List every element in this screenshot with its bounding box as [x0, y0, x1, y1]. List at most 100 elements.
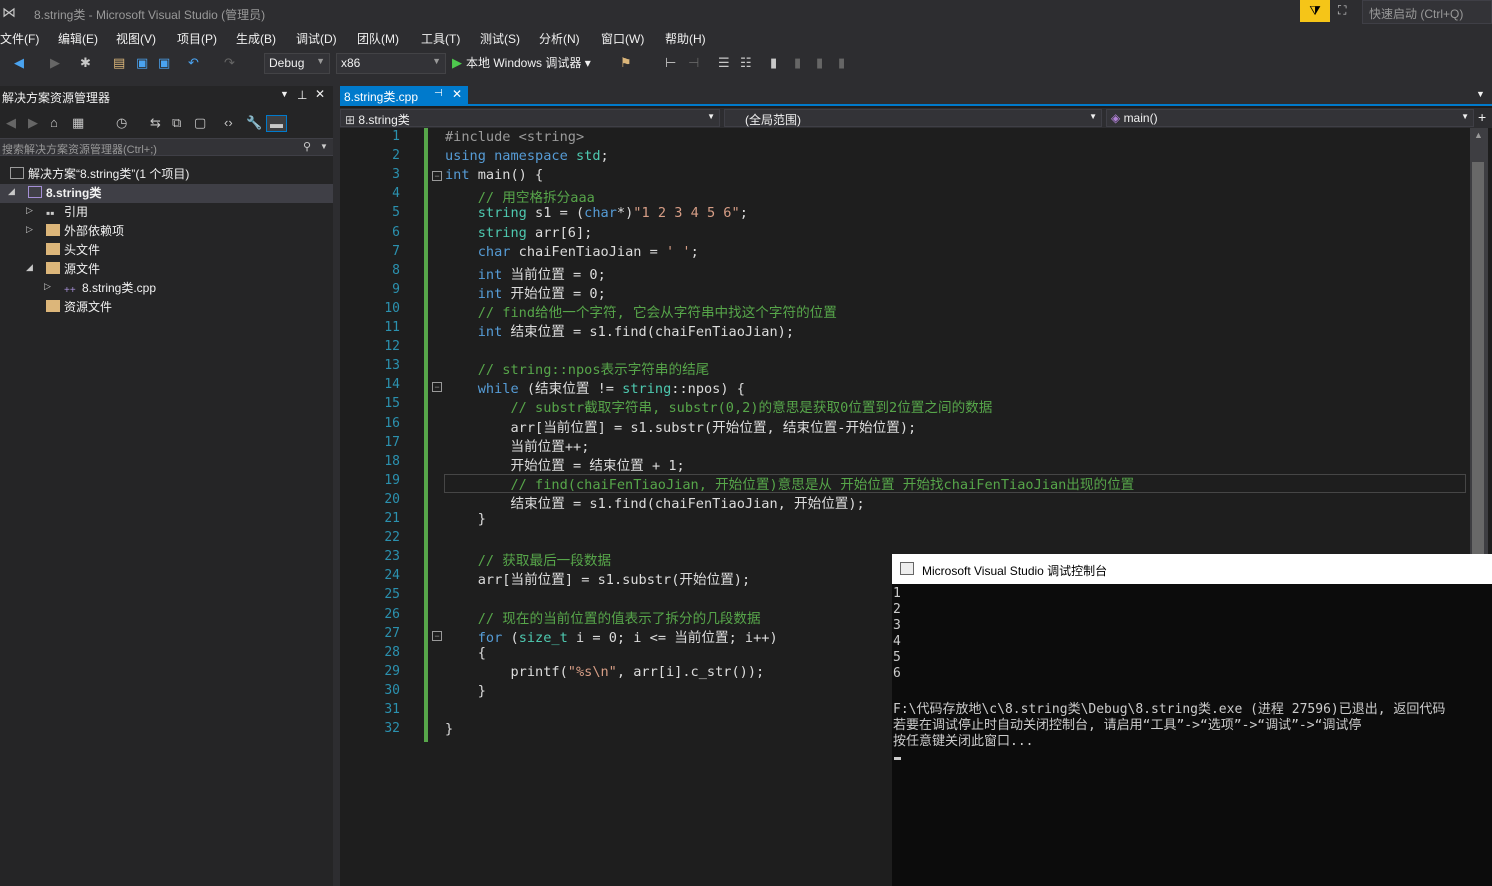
external-deps-node[interactable]: ▷ 外部依赖项 — [0, 222, 124, 241]
start-debugging-button[interactable]: ▶ 本地 Windows 调试器 ▾ — [452, 54, 591, 71]
header-files-node[interactable]: 头文件 — [0, 241, 100, 260]
code-line[interactable]: while (结束位置 != string::npos) { — [445, 377, 745, 397]
menu-edit[interactable]: 编辑(E) — [58, 30, 98, 47]
history-icon[interactable]: ◷ — [116, 115, 127, 131]
collapse-all-icon[interactable]: ⧉ — [172, 115, 181, 131]
menu-window[interactable]: 窗口(W) — [601, 30, 644, 47]
next-bookmark-icon[interactable]: ▮ — [816, 55, 823, 71]
menu-build[interactable]: 生成(B) — [236, 30, 276, 47]
feedback-icon[interactable]: ⛶ — [1338, 3, 1358, 19]
menu-tools[interactable]: 工具(T) — [421, 30, 460, 47]
forward-icon[interactable]: ▶ — [50, 55, 60, 71]
code-line[interactable]: string arr[6]; — [445, 225, 593, 241]
save-icon[interactable]: ▣ — [136, 55, 148, 71]
pin-icon[interactable]: ⊥ — [297, 88, 307, 102]
menu-help[interactable]: 帮助(H) — [665, 30, 706, 47]
code-line[interactable]: for (size_t i = 0; i <= 当前位置; i++) — [445, 626, 778, 646]
new-project-icon[interactable]: ✱ — [80, 55, 91, 71]
scope-nav-select[interactable]: (全局范围) ▼ — [724, 109, 1102, 127]
clear-bookmarks-icon[interactable]: ▮ — [838, 55, 845, 71]
code-line[interactable]: arr[当前位置] = s1.substr(开始位置); — [445, 568, 750, 588]
menu-project[interactable]: 项目(P) — [177, 30, 217, 47]
code-line[interactable]: } — [445, 683, 486, 699]
cpp-file-node[interactable]: ▷ ++ 8.string类.cpp — [0, 279, 156, 298]
chevron-down-icon[interactable]: ▼ — [320, 142, 328, 151]
back-icon[interactable]: ◀ — [6, 115, 16, 131]
fold-toggle-icon[interactable]: − — [432, 631, 442, 641]
uncomment-icon[interactable]: ☷ — [740, 55, 752, 71]
menu-view[interactable]: 视图(V) — [116, 30, 156, 47]
menu-team[interactable]: 团队(M) — [357, 30, 399, 47]
split-icon[interactable]: + — [1478, 109, 1486, 125]
code-line[interactable]: 当前位置++; — [445, 435, 589, 455]
menu-test[interactable]: 测试(S) — [480, 30, 520, 47]
code-line[interactable]: int 结束位置 = s1.find(chaiFenTiaoJian); — [445, 320, 794, 340]
tab-cpp-file[interactable]: 8.string类.cpp ⊣ ✕ — [340, 86, 468, 106]
preview-icon[interactable]: ▬ — [266, 115, 287, 132]
code-line[interactable]: #include <string> — [445, 129, 584, 145]
fold-toggle-icon[interactable]: − — [432, 382, 442, 392]
comment-icon[interactable]: ☰ — [718, 55, 730, 71]
step-icon[interactable]: ⊢ — [665, 55, 676, 71]
quick-launch-input[interactable]: 快速启动 (Ctrl+Q) — [1362, 0, 1492, 24]
notification-filter-icon[interactable]: ⧩ — [1300, 0, 1330, 22]
code-line[interactable]: int 开始位置 = 0; — [445, 282, 606, 302]
forward-icon[interactable]: ▶ — [28, 115, 38, 131]
menu-analyze[interactable]: 分析(N) — [539, 30, 580, 47]
undo-icon[interactable]: ↶ — [188, 55, 199, 71]
solution-search-input[interactable]: 搜索解决方案资源管理器(Ctrl+;) ⚲ ▼ — [0, 138, 333, 156]
close-icon[interactable]: ✕ — [452, 87, 462, 101]
solution-node[interactable]: 解决方案“8.string类”(1 个项目) — [10, 165, 189, 184]
solution-config-select[interactable]: Debug ▼ — [264, 53, 330, 74]
code-line[interactable]: } — [445, 511, 486, 527]
code-line[interactable]: // substr截取字符串, substr(0,2)的意思是获取0位置到2位置… — [445, 396, 992, 416]
code-line[interactable]: // 现在的当前位置的值表示了拆分的几段数据 — [445, 607, 761, 627]
resource-files-node[interactable]: 资源文件 — [0, 298, 112, 317]
home-icon[interactable]: ⌂ — [50, 115, 58, 130]
save-all-icon[interactable]: ▣ — [158, 55, 170, 71]
scroll-up-icon[interactable]: ▲ — [1474, 130, 1483, 140]
switch-views-icon[interactable]: ▦ — [72, 115, 84, 131]
menu-debug[interactable]: 调试(D) — [296, 30, 337, 47]
sync-icon[interactable]: ⇆ — [150, 115, 161, 131]
back-icon[interactable]: ◀ — [14, 55, 24, 71]
code-line[interactable]: // find(chaiFenTiaoJian, 开始位置)意思是从 开始位置 … — [445, 473, 1134, 493]
code-line[interactable]: { — [445, 645, 486, 661]
step-over-icon[interactable]: ⊣ — [688, 55, 699, 71]
code-line[interactable]: string s1 = (char*)"1 2 3 4 5 6"; — [445, 205, 748, 221]
menu-file[interactable]: 文件(F) — [0, 30, 39, 47]
code-line[interactable]: } — [445, 721, 453, 737]
bookmark-icon[interactable]: ▮ — [770, 55, 777, 71]
show-all-files-icon[interactable]: ▢ — [194, 115, 206, 131]
code-line[interactable]: // 用空格拆分aaa — [445, 186, 595, 206]
scrollbar-thumb[interactable] — [1472, 162, 1484, 554]
open-file-icon[interactable]: ▤ — [113, 55, 125, 71]
code-line[interactable]: // string::npos表示字符串的结尾 — [445, 358, 710, 378]
project-node[interactable]: ◢ 8.string类 — [0, 184, 333, 203]
pin-icon[interactable]: ⊣ — [434, 88, 443, 99]
code-line[interactable]: 结束位置 = s1.find(chaiFenTiaoJian, 开始位置); — [445, 492, 864, 512]
process-icon[interactable]: ⚑ — [620, 55, 632, 71]
code-line[interactable]: // 获取最后一段数据 — [445, 549, 611, 569]
code-line[interactable]: char chaiFenTiaoJian = ' '; — [445, 244, 699, 260]
code-line[interactable]: int main() { — [445, 167, 543, 183]
platform-select[interactable]: x86 ▼ — [336, 53, 446, 74]
close-icon[interactable]: ✕ — [315, 87, 325, 101]
chevron-down-icon[interactable]: ▼ — [280, 89, 289, 99]
view-code-icon[interactable]: ‹› — [224, 115, 233, 130]
references-node[interactable]: ▷ ▪▪ 引用 — [0, 203, 88, 222]
properties-icon[interactable]: 🔧 — [246, 115, 262, 131]
source-files-node[interactable]: ◢ 源文件 — [0, 260, 100, 279]
redo-icon[interactable]: ↷ — [224, 55, 235, 71]
fold-toggle-icon[interactable]: − — [432, 171, 442, 181]
code-line[interactable]: 开始位置 = 结束位置 + 1; — [445, 454, 684, 474]
project-nav-select[interactable]: ⊞ 8.string类 ▼ — [340, 109, 720, 127]
prev-bookmark-icon[interactable]: ▮ — [794, 55, 801, 71]
member-nav-select[interactable]: ◈ main() ▼ — [1106, 109, 1474, 127]
code-line[interactable]: int 当前位置 = 0; — [445, 263, 606, 283]
code-line[interactable]: using namespace std; — [445, 148, 609, 164]
code-line[interactable]: arr[当前位置] = s1.substr(开始位置, 结束位置-开始位置); — [445, 416, 916, 436]
code-line[interactable]: // find给他一个字符, 它会从字符串中找这个字符的位置 — [445, 301, 837, 321]
tab-list-dropdown-icon[interactable]: ▼ — [1476, 89, 1485, 99]
code-line[interactable]: printf("%s\n", arr[i].c_str()); — [445, 664, 764, 680]
